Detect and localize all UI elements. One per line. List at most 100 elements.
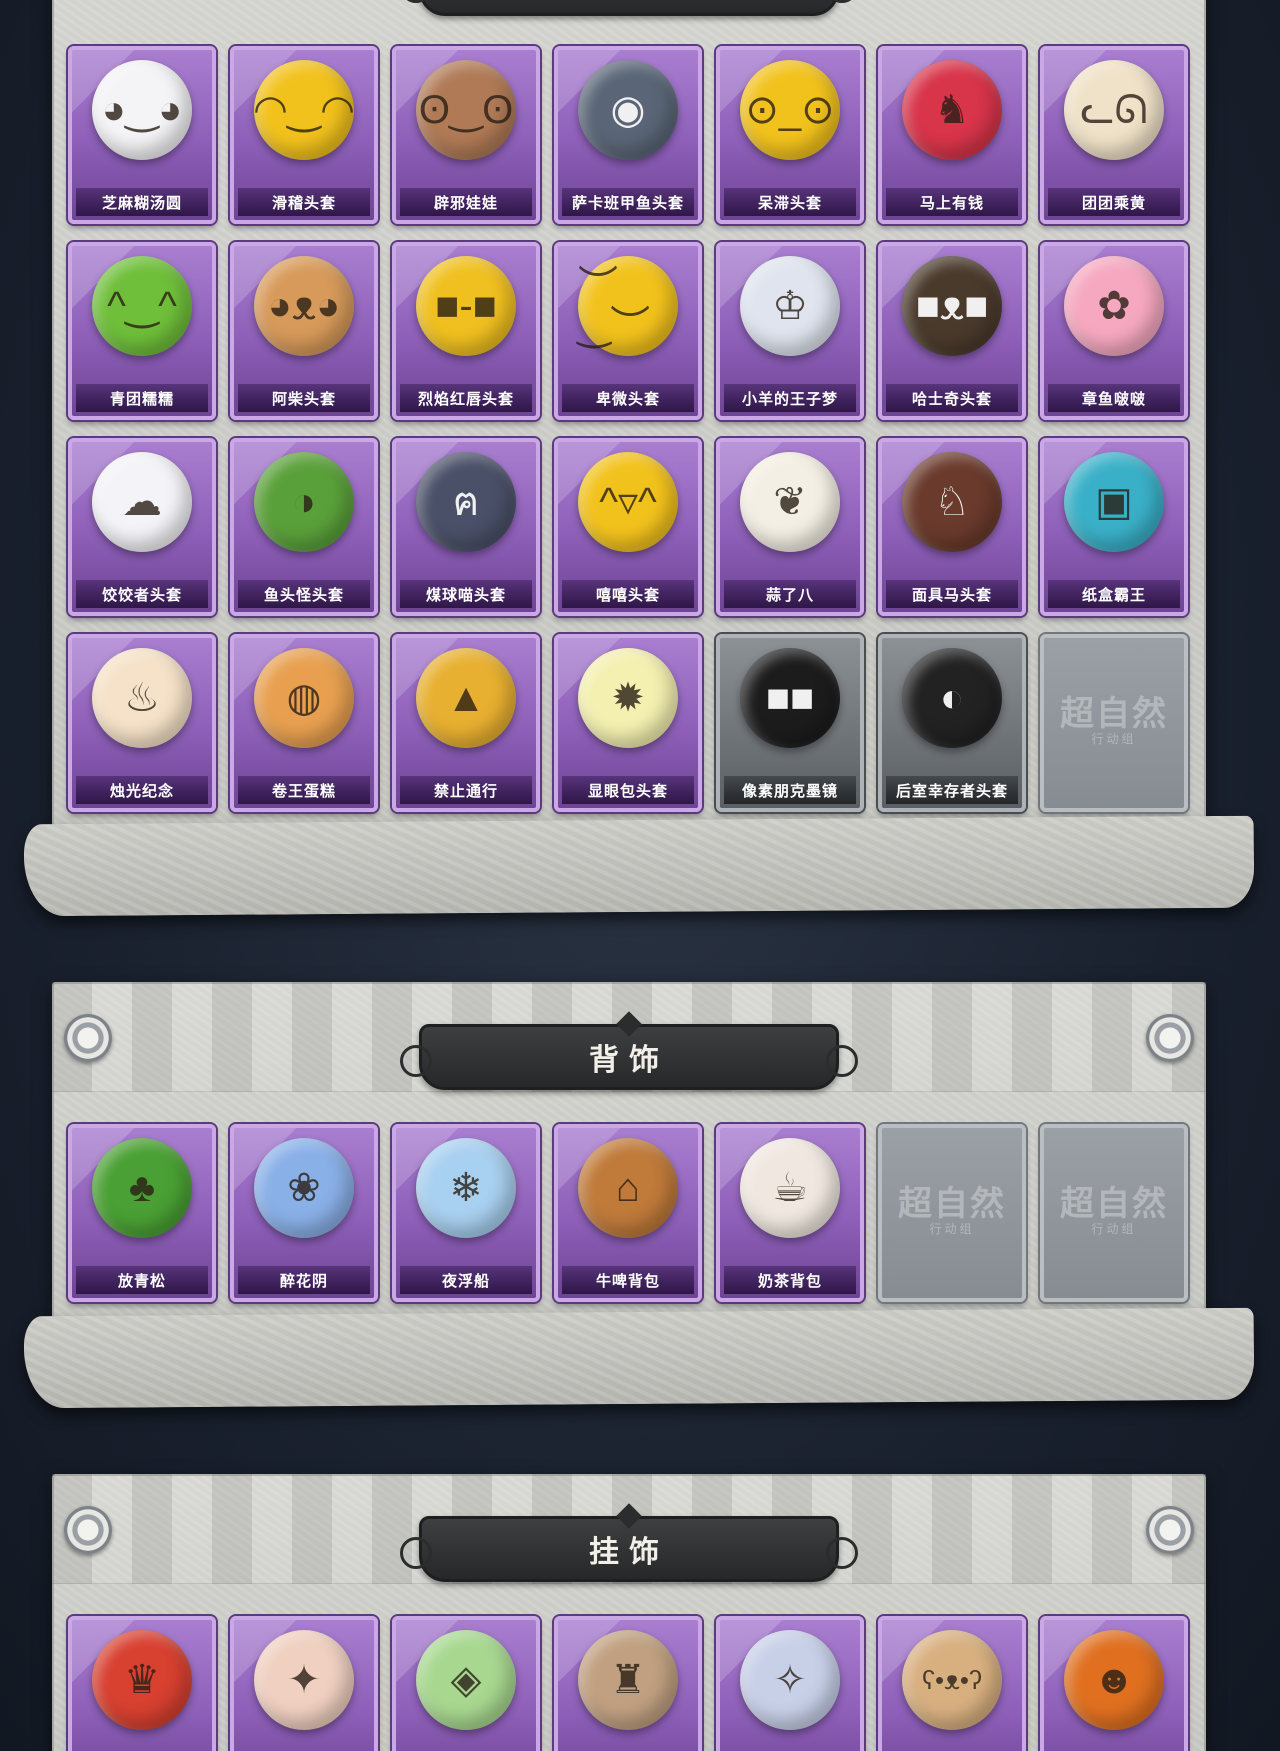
candle-icon: ♨ [92,648,192,748]
item-label: 纸盒霸王 [1048,580,1180,608]
item-card[interactable]: ☁ 饺饺者头套 [68,438,216,616]
backwear-title: 背饰 [589,1044,669,1077]
sheep-crown-icon: ♔ [740,256,840,356]
item-card[interactable]: ☻ [1040,1616,1188,1751]
headwear-grid: ◕‿◕ 芝麻糊汤圆 ◠‿◠ 滑稽头套 ʘ‿ʘ 辟邪娃娃 ◉ 萨卡班甲鱼头套 ⊙_⊙ 呆滞头套 ♞ 马上… [68,46,1188,812]
placeholder-logo-icon: 超自然 [1060,694,1168,734]
item-label: 辟邪娃娃 [400,188,532,216]
item-card[interactable]: ✹ 显眼包头套 [554,634,702,812]
fox-charm-icon: ✦ [254,1630,354,1730]
item-card[interactable]: ◉ 萨卡班甲鱼头套 [554,46,702,224]
item-label: 团团乘黄 [1048,188,1180,216]
jade-pouch-icon: ◈ [416,1630,516,1730]
item-label: 滑稽头套 [238,188,370,216]
shiba-dog-icon: ◕ᴥ◕ [254,256,354,356]
opera-doll-icon: ♛ [92,1630,192,1730]
item-label: 小羊的王子梦 [724,384,856,412]
green-dumpling-icon: ^‿^ [92,256,192,356]
item-card[interactable]: ♨ 烛光纪念 [68,634,216,812]
placeholder-logo-icon: 超自然 [898,1184,1006,1224]
item-label: 章鱼啵啵 [1048,384,1180,412]
item-card[interactable]: ◠‿◠ 滑稽头套 [230,46,378,224]
item-label: 卷王蛋糕 [238,776,370,804]
milk-tea-icon: ☕ [740,1138,840,1238]
pumpkin-charm-icon: ☻ [1064,1630,1164,1730]
item-card[interactable]: ◈ [392,1616,540,1751]
item-card[interactable]: ☕ 奶茶背包 [716,1124,864,1302]
item-card[interactable]: ♜ [554,1616,702,1751]
yellow-mouse-icon: ■-■ [416,256,516,356]
headwear-title: 头饰 [589,0,669,5]
headwear-panel: 头饰 ◕‿◕ 芝麻糊汤圆 ◠‿◠ 滑稽头套 ʘ‿ʘ 辟邪娃娃 ◉ 萨卡班甲鱼头套 ⊙_⊙ 呆滞头套… [52,0,1206,830]
item-card[interactable]: ❄ 夜浮船 [392,1124,540,1302]
locked-item-card: 超自然 行动组 [1040,634,1188,812]
item-card[interactable]: ^‿^ 青团糯糯 [68,242,216,420]
placeholder-subtitle: 行动组 [1091,732,1137,746]
placeholder-subtitle: 行动组 [929,1222,975,1236]
backwear-grid: ♣ 放青松 ❀ 醉花阴 ❄ 夜浮船 ⌂ 牛啤背包 ☕ 奶茶背包 超自然 行动组 超自然 行动组 [68,1124,1188,1302]
item-card[interactable]: ᓚᘏ 团团乘黄 [1040,46,1188,224]
item-label: 阿柴头套 [238,384,370,412]
item-card[interactable]: ฅ 煤球喵头套 [392,438,540,616]
backwear-panel: 背饰 ♣ 放青松 ❀ 醉花阴 ❄ 夜浮船 ⌂ 牛啤背包 ☕ 奶茶背包 超自然 行动组 超自然 行动组 [52,982,1206,1327]
placeholder-subtitle: 行动组 [1091,1222,1137,1236]
item-card[interactable]: ʕ•ᴥ•ʔ [878,1616,1026,1751]
compass-ornament-icon [64,1014,112,1062]
item-label: 显眼包头套 [562,776,694,804]
locked-item-card: 超自然 行动组 [1040,1124,1188,1302]
lightbulb-icon: ✹ [578,648,678,748]
compass-ornament-icon [1146,1506,1194,1554]
grin-face-icon: ^▿^ [578,452,678,552]
rice-ball-icon: ◕‿◕ [92,60,192,160]
item-card[interactable]: ◑ 鱼头怪头套 [230,438,378,616]
item-label: 烈焰红唇头套 [400,384,532,412]
item-card[interactable]: ⊙_⊙ 呆滞头套 [716,46,864,224]
item-card[interactable]: ❦ 蒜了八 [716,438,864,616]
item-label: 鱼头怪头套 [238,580,370,608]
box-dino-icon: ▣ [1064,452,1164,552]
bonsai-pine-icon: ♣ [92,1138,192,1238]
item-card[interactable]: ❀ 醉花阴 [230,1124,378,1302]
item-card[interactable]: ◐ 后室幸存者头套 [878,634,1026,812]
item-label: 马上有钱 [886,188,1018,216]
item-card[interactable]: ♛ [68,1616,216,1751]
red-horse-icon: ♞ [902,60,1002,160]
item-label: 牛啤背包 [562,1266,694,1294]
item-card[interactable]: ♞ 马上有钱 [878,46,1026,224]
pixel-sunglasses-icon: ■■ [740,648,840,748]
headwear-panel-footer [23,815,1255,917]
item-card[interactable]: ■-■ 烈焰红唇头套 [392,242,540,420]
traffic-cone-icon: ▲ [416,648,516,748]
item-card[interactable]: ▣ 纸盒霸王 [1040,438,1188,616]
item-label: 芝麻糊汤圆 [76,188,208,216]
humble-face-icon: ︶‿︶ [578,256,678,356]
black-cat-icon: ฅ [416,452,516,552]
item-card[interactable]: ✦ [230,1616,378,1751]
headwear-banner: 头饰 [400,0,858,16]
item-card[interactable]: ◕‿◕ 芝麻糊汤圆 [68,46,216,224]
hangers-banner: 挂饰 [400,1503,858,1582]
item-card[interactable]: ⌂ 牛啤背包 [554,1124,702,1302]
locked-item-card: 超自然 行动组 [878,1124,1026,1302]
item-label: 面具马头套 [886,580,1018,608]
item-card[interactable]: ♣ 放青松 [68,1124,216,1302]
item-card[interactable]: ︶‿︶ 卑微头套 [554,242,702,420]
hangers-title: 挂饰 [589,1536,669,1569]
item-card[interactable]: ♘ 面具马头套 [878,438,1026,616]
cow-barrel-icon: ⌂ [578,1138,678,1238]
item-card[interactable]: ■■ 像素朋克墨镜 [716,634,864,812]
item-card[interactable]: ^▿^ 嘻嘻头套 [554,438,702,616]
item-label: 嘻嘻头套 [562,580,694,608]
item-card[interactable]: ◍ 卷王蛋糕 [230,634,378,812]
flower-wreath-icon: ❀ [254,1138,354,1238]
item-card[interactable]: ◕ᴥ◕ 阿柴头套 [230,242,378,420]
item-card[interactable]: ✧ [716,1616,864,1751]
item-card[interactable]: ʘ‿ʘ 辟邪娃娃 [392,46,540,224]
item-card[interactable]: ♔ 小羊的王子梦 [716,242,864,420]
blank-face-icon: ⊙_⊙ [740,60,840,160]
item-label: 卑微头套 [562,384,694,412]
item-card[interactable]: ■ᴥ■ 哈士奇头套 [878,242,1026,420]
item-card[interactable]: ✿ 章鱼啵啵 [1040,242,1188,420]
backwear-banner: 背饰 [400,1011,858,1090]
item-card[interactable]: ▲ 禁止通行 [392,634,540,812]
